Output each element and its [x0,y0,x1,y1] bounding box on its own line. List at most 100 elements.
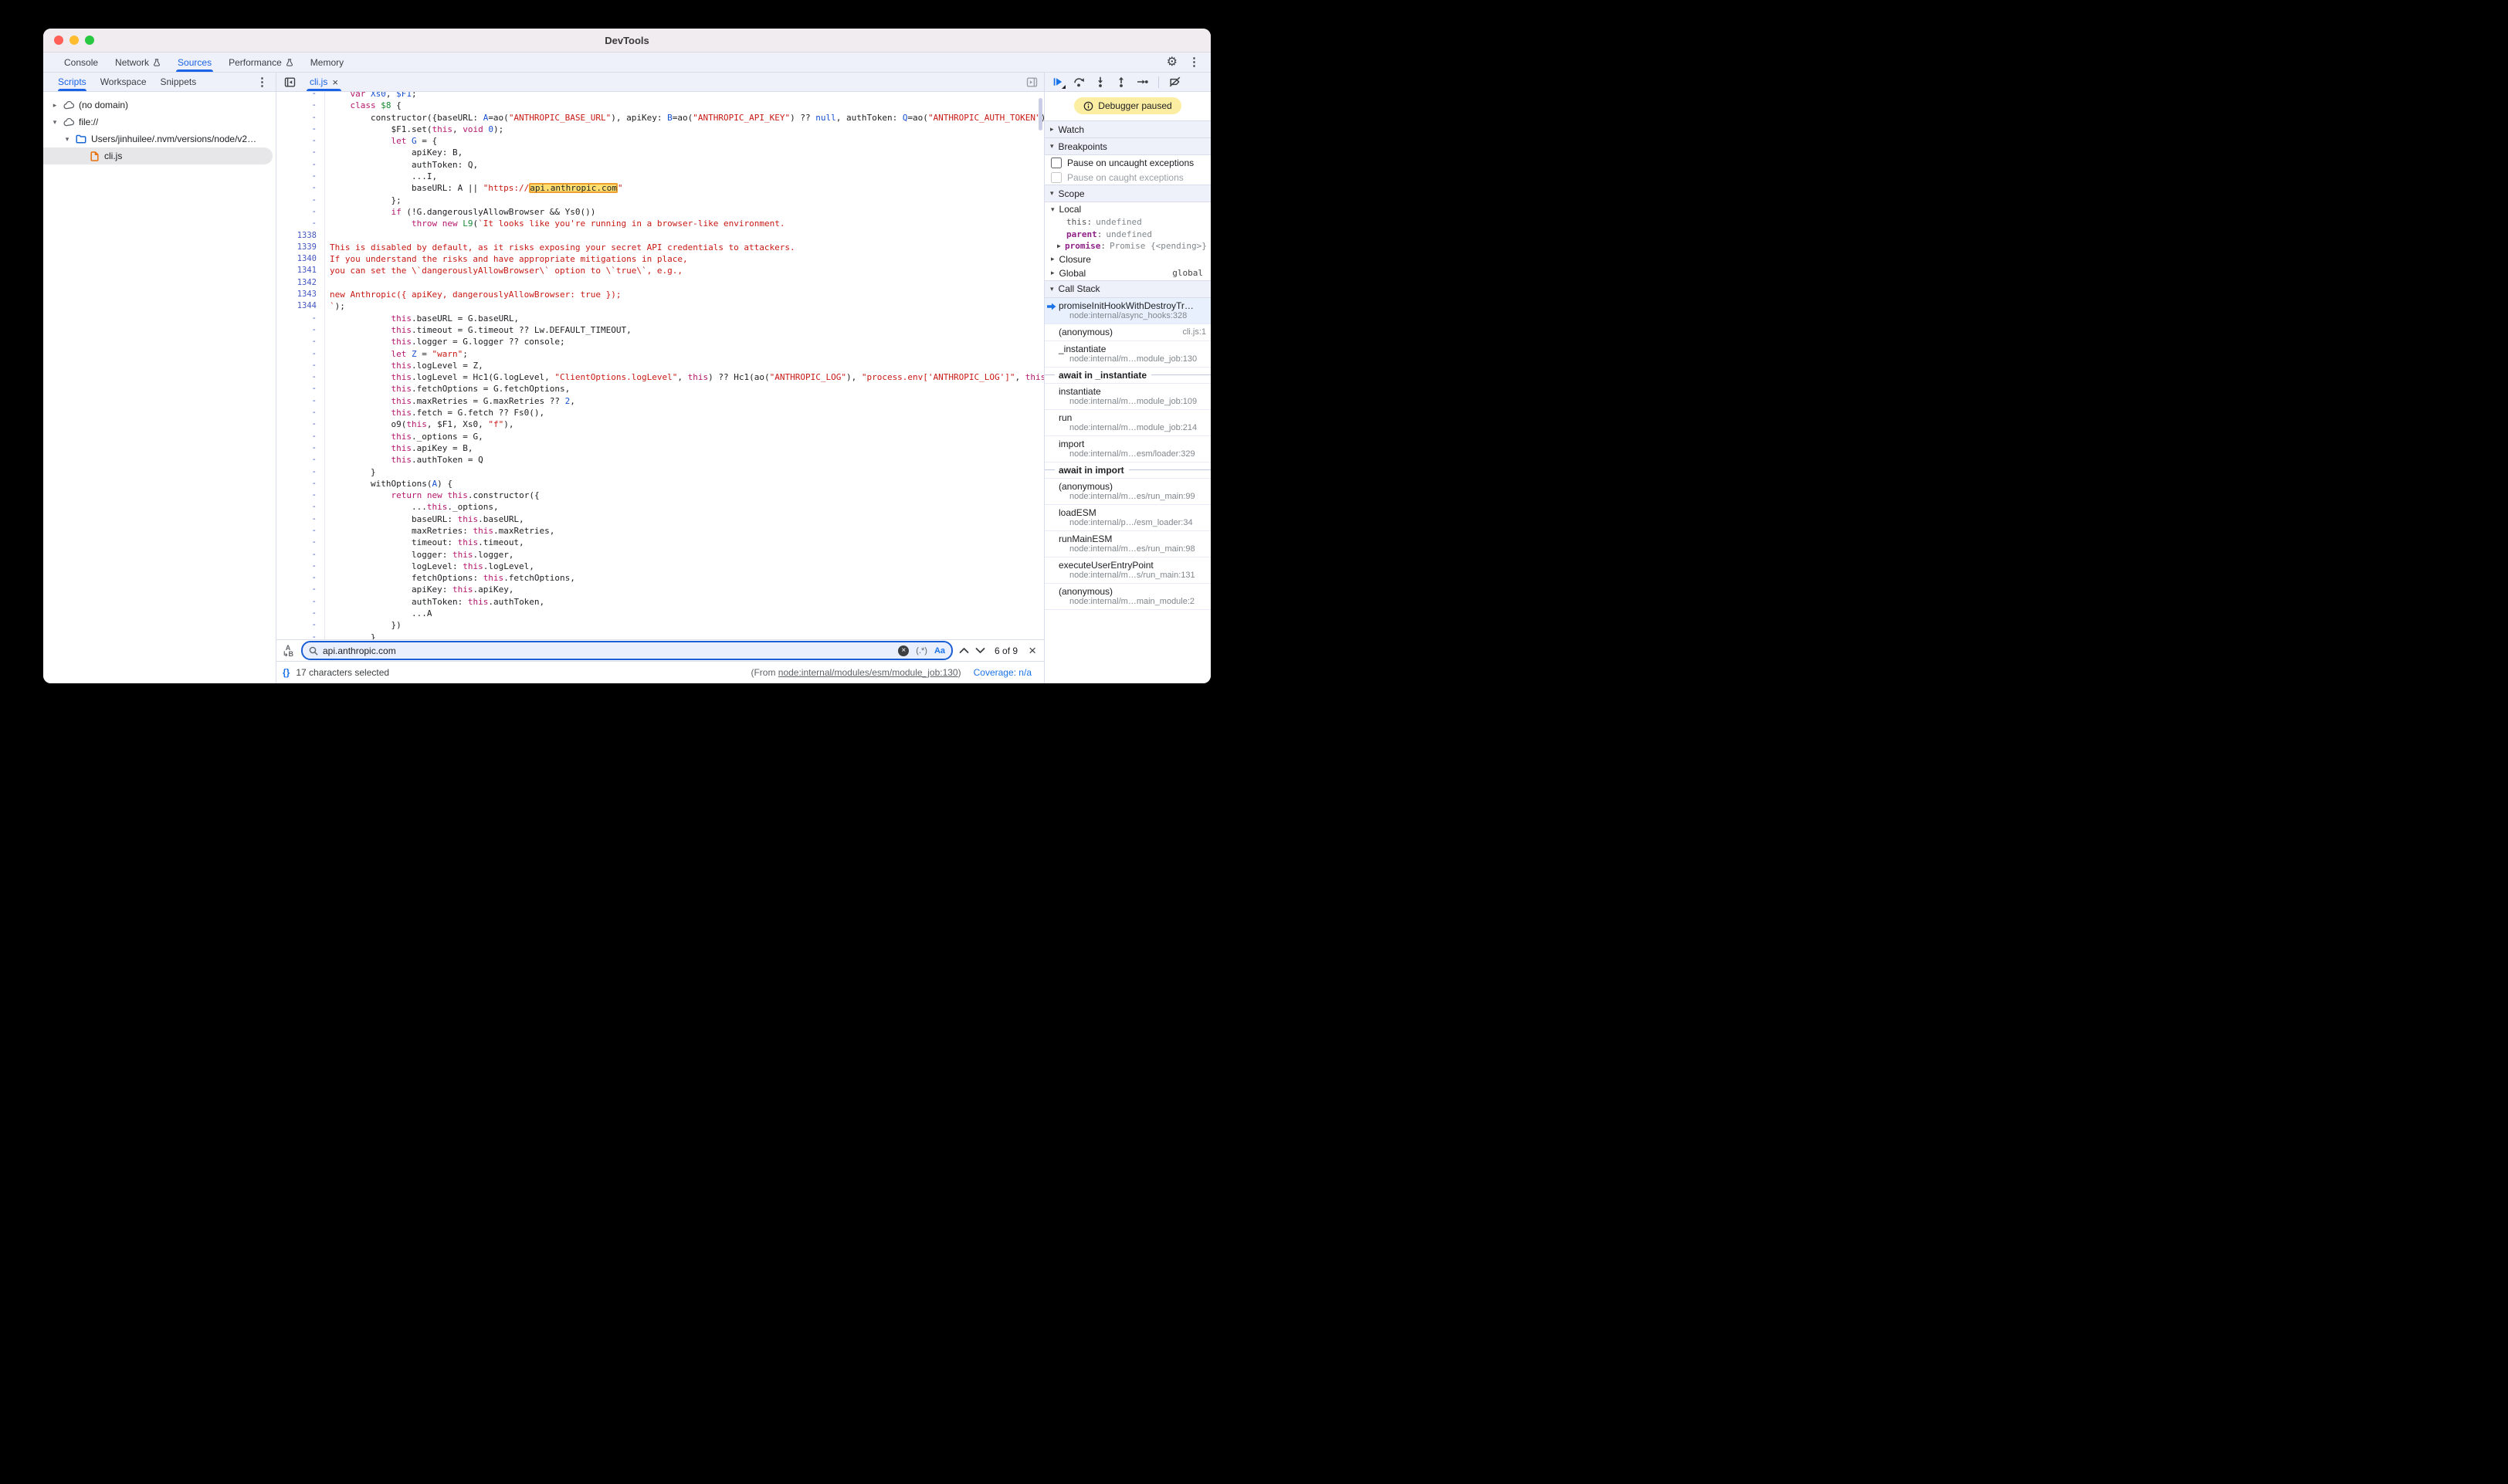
line-gutter[interactable]: 1338 [276,230,325,242]
line-gutter[interactable]: 1340 [276,253,325,265]
line-gutter[interactable]: - [276,537,325,548]
search-input[interactable]: api.anthropic.com [323,645,396,656]
line-gutter[interactable]: - [276,159,325,171]
line-gutter[interactable]: - [276,501,325,513]
close-tab-icon[interactable]: × [332,76,338,88]
breakpoints-section-header[interactable]: ▾ Breakpoints [1045,138,1211,155]
line-gutter[interactable]: - [276,147,325,158]
line-gutter[interactable]: - [276,182,325,194]
watch-section-header[interactable]: ▸ Watch [1045,120,1211,138]
toggle-debugger-sidebar-icon[interactable] [1026,73,1044,91]
line-gutter[interactable]: - [276,513,325,525]
tab-memory[interactable]: Memory [302,53,352,72]
chevron-right-icon[interactable]: ▶ [1057,242,1065,249]
call-stack-frame[interactable]: executeUserEntryPointnode:internal/m…s/r… [1045,557,1211,584]
tab-sources[interactable]: Sources [169,53,220,72]
line-gutter[interactable]: - [276,442,325,454]
tree-item-no-domain[interactable]: ▸ (no domain) [43,97,276,114]
step-out-icon[interactable] [1116,76,1127,87]
line-gutter[interactable]: - [276,112,325,124]
regex-toggle[interactable]: (.*) [916,646,927,656]
match-case-toggle[interactable]: Aa [934,646,945,656]
call-stack-frame[interactable]: (anonymous)node:internal/m…es/run_main:9… [1045,479,1211,505]
call-stack-frame[interactable]: _instantiatenode:internal/m…module_job:1… [1045,341,1211,368]
module-link[interactable]: node:internal/modules/esm/module_job:130 [778,667,958,678]
editor-tab-clijs[interactable]: cli.js × [302,73,346,91]
line-gutter[interactable]: - [276,584,325,595]
call-stack-frame[interactable]: promiseInitHookWithDestroyTr…node:intern… [1045,298,1211,324]
call-stack-section-header[interactable]: ▾ Call Stack [1045,280,1211,298]
search-field[interactable]: api.anthropic.com × (.*) Aa [301,641,953,660]
line-gutter[interactable]: - [276,478,325,490]
line-gutter[interactable]: - [276,490,325,501]
line-gutter[interactable]: - [276,371,325,383]
hide-navigator-icon[interactable] [276,73,302,91]
line-gutter[interactable]: - [276,135,325,147]
line-gutter[interactable]: - [276,195,325,206]
line-gutter[interactable]: - [276,525,325,537]
pretty-print-icon[interactable]: {} [283,667,290,678]
step-into-icon[interactable] [1095,76,1106,87]
scope-section-header[interactable]: ▾ Scope [1045,185,1211,202]
line-gutter[interactable]: - [276,395,325,407]
resume-script-icon[interactable] [1052,76,1063,87]
step-over-icon[interactable] [1073,76,1085,87]
line-gutter[interactable]: 1343 [276,289,325,300]
line-gutter[interactable]: - [276,407,325,418]
line-gutter[interactable]: - [276,324,325,336]
call-stack-frame[interactable]: (anonymous)cli.js:1 [1045,324,1211,341]
scope-closure-row[interactable]: ▸ Closure [1045,252,1211,266]
scope-local-row[interactable]: ▾ Local [1045,202,1211,216]
line-gutter[interactable]: - [276,100,325,111]
resume-dropdown-icon[interactable] [1062,85,1066,89]
line-gutter[interactable]: - [276,124,325,135]
more-options-icon[interactable]: ⋮ [1188,56,1200,68]
line-gutter[interactable]: - [276,336,325,347]
line-gutter[interactable]: - [276,632,325,639]
line-gutter[interactable]: - [276,206,325,218]
clear-search-icon[interactable]: × [898,645,909,656]
line-gutter[interactable]: - [276,171,325,182]
line-gutter[interactable]: 1342 [276,277,325,289]
line-gutter[interactable]: - [276,572,325,584]
line-gutter[interactable]: - [276,348,325,360]
call-stack-frame[interactable]: (anonymous)node:internal/m…main_module:2 [1045,584,1211,610]
step-icon[interactable] [1137,76,1148,87]
settings-gear-icon[interactable]: ⚙ [1167,56,1178,69]
line-gutter[interactable]: 1339 [276,242,325,253]
line-gutter[interactable]: - [276,313,325,324]
line-gutter[interactable]: 1341 [276,265,325,276]
call-stack-frame[interactable]: instantiatenode:internal/m…module_job:10… [1045,384,1211,410]
checkbox-unchecked[interactable] [1051,158,1062,168]
line-gutter[interactable]: - [276,466,325,478]
tab-console[interactable]: Console [56,53,107,72]
tab-performance[interactable]: Performance [220,53,302,72]
coverage-link[interactable]: Coverage: n/a [974,667,1032,678]
line-gutter[interactable]: - [276,561,325,572]
tree-item-file-protocol[interactable]: ▾ file:// [43,114,276,130]
close-search-icon[interactable]: × [1029,644,1036,657]
tree-item-clijs[interactable]: cli.js [43,147,273,164]
scope-entry-promise[interactable]: ▶ promise:Promise {<pending>} [1045,240,1211,252]
scope-global-row[interactable]: ▸ Global global [1045,266,1211,280]
line-gutter[interactable]: - [276,383,325,395]
line-gutter[interactable]: - [276,454,325,466]
tree-item-node-folder[interactable]: ▾ Users/jinhuilee/.nvm/versions/node/v2… [43,130,276,147]
line-gutter[interactable]: - [276,431,325,442]
call-stack-frame[interactable]: runnode:internal/m…module_job:214 [1045,410,1211,436]
chevron-right-icon[interactable]: ▸ [51,101,59,110]
line-gutter[interactable]: - [276,596,325,608]
line-gutter[interactable]: - [276,549,325,561]
call-stack-frame[interactable]: loadESMnode:internal/p…/esm_loader:34 [1045,505,1211,531]
line-gutter[interactable]: - [276,619,325,631]
code-viewport[interactable]: - var Xs0, $F1;- class $8 {- constructor… [276,92,1044,639]
line-gutter[interactable]: - [276,360,325,371]
deactivate-breakpoints-icon[interactable] [1169,76,1181,87]
next-match-icon[interactable] [975,647,985,654]
tab-network[interactable]: Network [107,53,169,72]
chevron-down-icon[interactable]: ▾ [51,118,59,127]
line-gutter[interactable]: - [276,218,325,229]
line-gutter[interactable]: 1344 [276,300,325,312]
line-gutter[interactable]: - [276,608,325,619]
line-gutter[interactable]: - [276,92,325,100]
